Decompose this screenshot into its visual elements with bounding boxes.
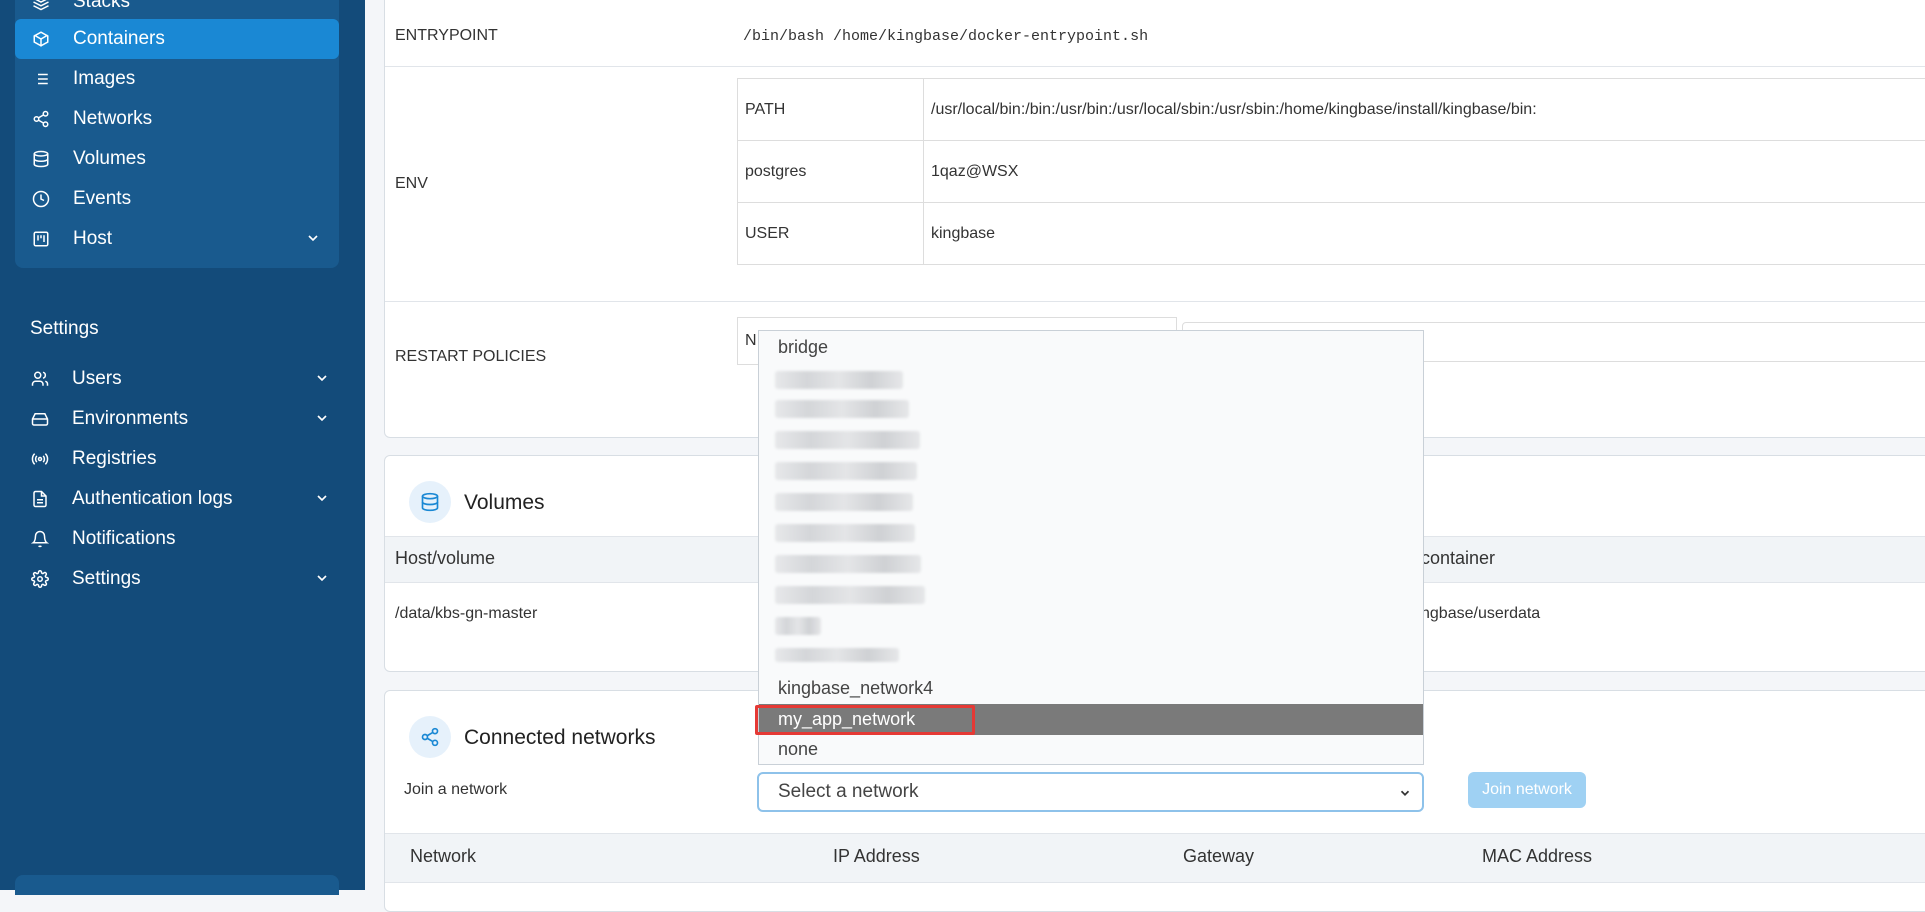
chevron-down-icon [317, 495, 327, 502]
sidebar-item-images[interactable]: Images [15, 59, 339, 99]
sidebar-item-environments[interactable]: Environments [0, 399, 327, 439]
sidebar-item-label: Stacks [73, 0, 131, 12]
sidebar-item-networks[interactable]: Networks [15, 99, 339, 139]
sidebar-item-containers[interactable]: Containers [15, 19, 339, 59]
dropdown-option-redacted[interactable] [775, 431, 920, 449]
dropdown-option-redacted[interactable] [775, 617, 821, 635]
row-divider [385, 301, 1925, 302]
join-network-label: Join a network [404, 781, 508, 798]
dropdown-option-redacted[interactable] [775, 462, 917, 480]
sidebar-item-label: Authentication logs [72, 488, 233, 509]
dropdown-option-none[interactable]: none [778, 739, 818, 760]
hard-drive-icon [30, 409, 50, 429]
volumes-title: Volumes [464, 491, 545, 514]
sidebar-item-notifications[interactable]: Notifications [0, 519, 324, 559]
volume-host-path: /data/kbs-gn-master [395, 605, 538, 622]
env-key-postgres: postgres [737, 140, 924, 203]
chevron-down-icon [317, 415, 327, 422]
entrypoint-value: /bin/bash /home/kingbase/docker-entrypoi… [743, 28, 1149, 45]
env-value-user: kingbase [923, 202, 1925, 265]
column-host-volume: Host/volume [395, 548, 496, 568]
database-icon [409, 481, 451, 523]
dropdown-option-redacted[interactable] [775, 586, 925, 604]
users-icon [30, 369, 50, 389]
dropdown-option-redacted[interactable] [775, 493, 913, 511]
column-ip-address: IP Address [833, 846, 920, 866]
sidebar-footer [15, 875, 339, 895]
dropdown-option-kingbase-network4[interactable]: kingbase_network4 [778, 678, 933, 699]
sidebar-item-label: Networks [73, 108, 153, 129]
dropdown-option-redacted[interactable] [775, 371, 903, 389]
settings-section-title: Settings [30, 318, 99, 339]
sidebar-item-authentication-logs[interactable]: Authentication logs [0, 479, 327, 519]
gear-icon [30, 569, 50, 589]
sidebar-item-label: Environments [72, 408, 189, 429]
env-label: ENV [395, 175, 428, 192]
volume-container-path: ngbase/userdata [1421, 605, 1541, 622]
sidebar-item-label: Host [73, 228, 113, 249]
chevron-down-icon [1400, 790, 1410, 796]
list-icon [31, 69, 51, 89]
sidebar-item-label: Notifications [72, 528, 176, 549]
board-icon [31, 229, 51, 249]
layers-icon [31, 0, 51, 12]
network-select-value: Select a network [778, 781, 919, 802]
chevron-down-icon [308, 235, 318, 242]
file-text-icon [30, 489, 50, 509]
clock-icon [31, 189, 51, 209]
sidebar-item-label: Images [73, 68, 136, 89]
env-key-path: PATH [737, 78, 924, 141]
share-icon [409, 716, 451, 758]
database-icon [31, 149, 51, 169]
highlight-box [755, 705, 975, 735]
column-gateway: Gateway [1183, 846, 1255, 866]
sidebar-item-users[interactable]: Users [0, 359, 327, 399]
env-value-path: /usr/local/bin:/bin:/usr/bin:/usr/local/… [923, 78, 1925, 141]
share-icon [31, 109, 51, 129]
dropdown-option-bridge[interactable]: bridge [778, 337, 828, 358]
network-dropdown-list: bridge kingbase_network4 my_app_network … [758, 330, 1424, 765]
restart-policies-label: RESTART POLICIES [395, 348, 547, 365]
sidebar-item-label: Events [73, 188, 132, 209]
chevron-down-icon [317, 375, 327, 382]
join-network-button[interactable]: Join network [1468, 772, 1586, 808]
sidebar-item-host[interactable]: Host [15, 219, 339, 259]
sidebar: Stacks Containers Images Networks Volume… [0, 0, 365, 895]
dropdown-option-redacted[interactable] [775, 524, 915, 542]
env-value-postgres: 1qaz@WSX [923, 140, 1925, 203]
dropdown-option-redacted[interactable] [775, 555, 921, 573]
networks-table-header: Network IP Address Gateway MAC Address [385, 833, 1925, 883]
row-divider [385, 66, 1925, 67]
column-network: Network [410, 846, 477, 866]
sidebar-item-events[interactable]: Events [15, 179, 339, 219]
sidebar-item-label: Settings [72, 568, 141, 589]
sidebar-item-label: Volumes [73, 148, 146, 169]
sidebar-item-settings[interactable]: Settings [0, 559, 327, 599]
radio-icon [30, 449, 50, 469]
env-key-user: USER [737, 202, 924, 265]
column-mac-address: MAC Address [1482, 846, 1593, 866]
bell-icon [30, 529, 50, 549]
network-select[interactable]: Select a network [757, 772, 1424, 812]
chevron-down-icon [317, 575, 327, 582]
column-container-path: container [1421, 548, 1496, 568]
cube-icon [31, 29, 51, 49]
dropdown-option-redacted[interactable] [775, 648, 899, 662]
sidebar-item-label: Containers [73, 28, 165, 49]
entrypoint-label: ENTRYPOINT [395, 27, 498, 44]
sidebar-item-registries[interactable]: Registries [0, 439, 324, 479]
sidebar-item-label: Users [72, 368, 122, 389]
dropdown-option-redacted[interactable] [775, 400, 909, 418]
connected-networks-title: Connected networks [464, 726, 656, 749]
sidebar-item-label: Registries [72, 448, 157, 469]
sidebar-item-volumes[interactable]: Volumes [15, 139, 339, 179]
